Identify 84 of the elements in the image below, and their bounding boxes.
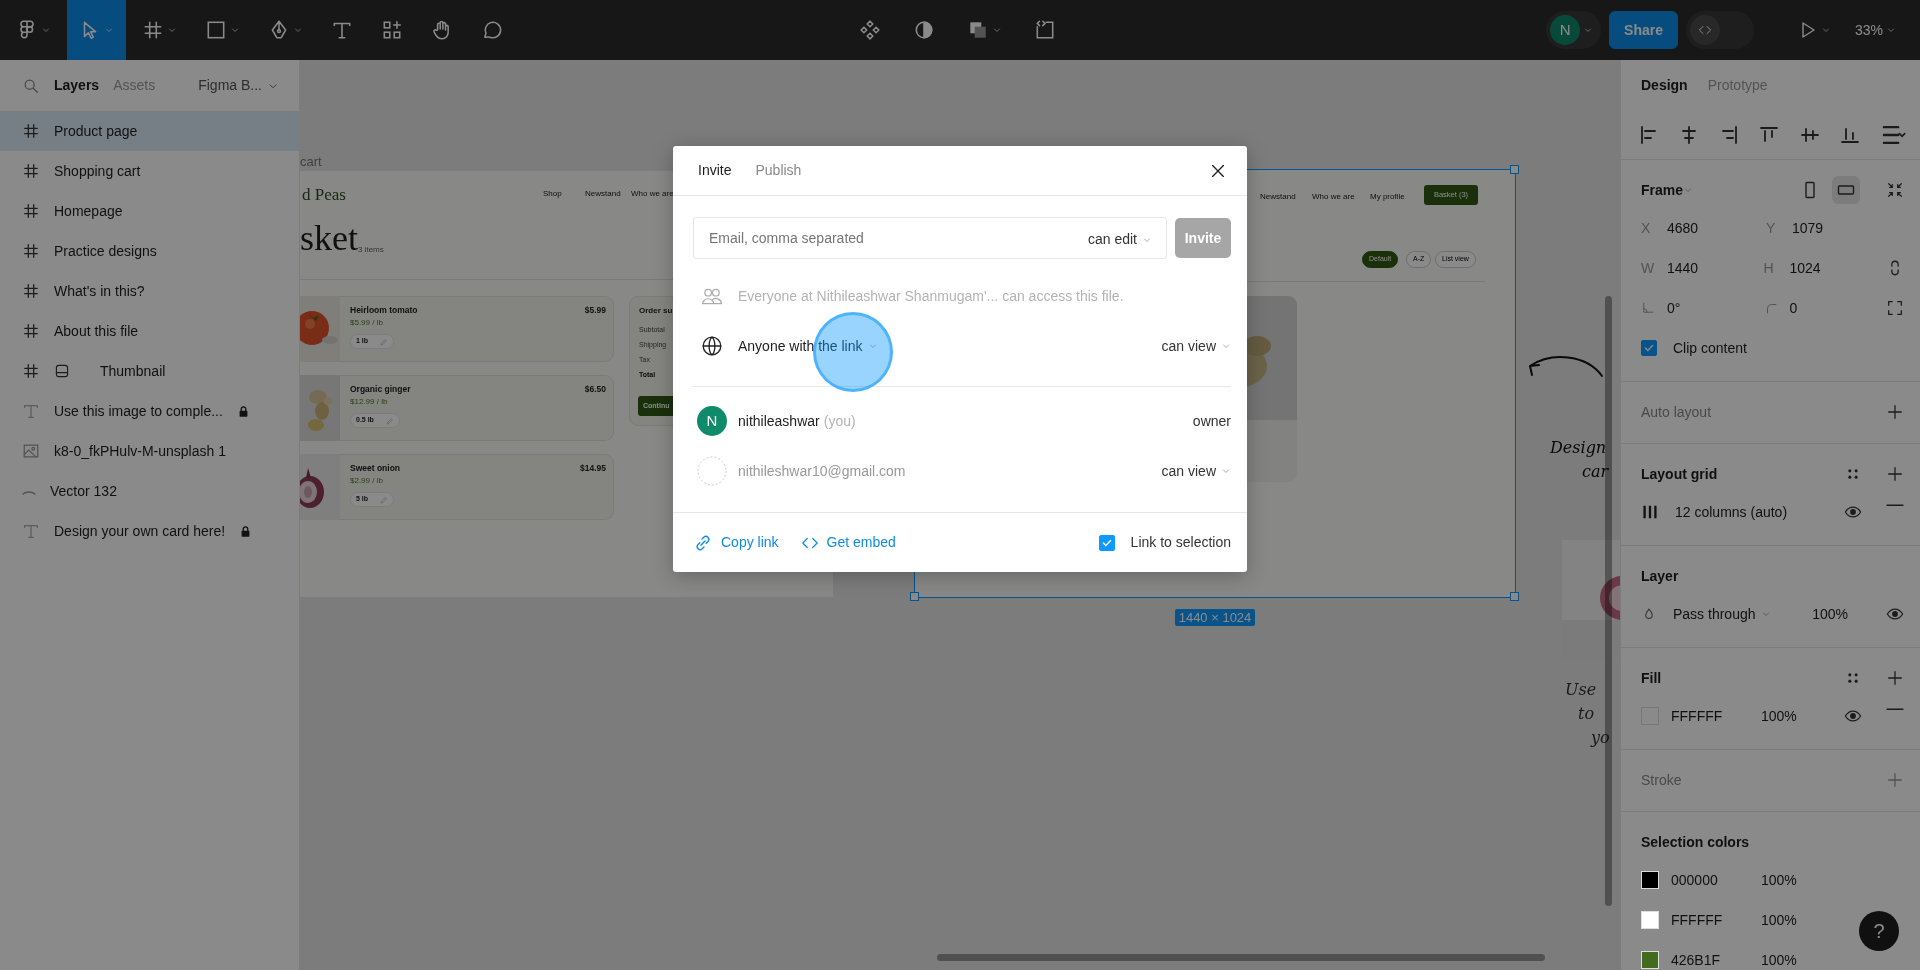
you-label: (you) <box>823 411 856 431</box>
member-name: nithileashwar <box>738 411 820 431</box>
brand-name: d Peas <box>302 184 346 206</box>
handwritten-note: Design <box>1550 437 1607 459</box>
role-dropdown[interactable]: can view <box>1161 335 1231 357</box>
line-price: $5.99 <box>584 304 606 317</box>
number-field[interactable]: 0° <box>1667 297 1757 319</box>
section-title: Fill <box>1641 668 1662 688</box>
avatar-menu[interactable]: N <box>1546 11 1602 49</box>
member-name: nithileshwar10@gmail.com <box>738 461 906 481</box>
layer-item[interactable]: Design your own card here! <box>0 511 299 551</box>
opacity-value: 100% <box>1761 870 1797 890</box>
section-title: Frame <box>1641 180 1684 200</box>
page-menu[interactable]: Figma B... <box>198 75 279 96</box>
hex-value: 426B1F <box>1671 950 1722 970</box>
summary-title: Order su <box>639 305 673 317</box>
layer-item[interactable]: Product page <box>0 111 299 151</box>
access-note: Everyone at Nithileashwar Shanmugam'... can access this file. <box>738 286 1124 306</box>
nav-link[interactable]: My profile <box>1370 191 1405 203</box>
number-field[interactable]: 1440 <box>1667 257 1757 279</box>
item-count: 3 items <box>358 245 384 256</box>
unit-price: $2.99 / lb <box>350 475 383 487</box>
size-label: 1440 × 1024 <box>1174 609 1256 626</box>
layer-item[interactable]: Homepage <box>0 191 299 231</box>
layer-item[interactable]: About this file <box>0 311 299 351</box>
hex-field[interactable]: FFFFFF <box>1671 705 1751 727</box>
opacity-value: 100% <box>1761 950 1797 970</box>
layer-item[interactable]: Practice designs <box>0 231 299 271</box>
handwritten-note: Use <box>1565 679 1597 701</box>
layer-item[interactable]: Shopping cart <box>0 151 299 191</box>
grid-label: 12 columns (auto) <box>1675 502 1788 522</box>
line-price: $6.50 <box>584 383 606 396</box>
number-field[interactable]: 1024 <box>1789 257 1880 279</box>
number-field[interactable]: 1079 <box>1792 217 1882 239</box>
role-dropdown[interactable]: can view <box>1161 460 1231 482</box>
opacity-value: 100% <box>1761 910 1797 930</box>
layer-item[interactable]: What's in this? <box>0 271 299 311</box>
zoom-menu[interactable]: 33% <box>1850 0 1900 60</box>
layer-item[interactable]: Use this image to comple... <box>0 391 299 431</box>
copy-link[interactable]: Copy link <box>693 532 779 553</box>
help-button[interactable]: ? <box>1859 911 1899 951</box>
avatar: N <box>1550 15 1581 45</box>
nav-link[interactable]: Who we are <box>631 188 674 200</box>
link-access-dropdown[interactable]: Anyone with the link <box>738 335 878 357</box>
panel-tab[interactable]: Layers <box>54 75 100 96</box>
nav-link[interactable]: Newstand <box>1260 191 1296 203</box>
layer-item[interactable]: Vector 132 <box>0 471 299 511</box>
opacity-field[interactable]: 100% <box>1761 705 1821 727</box>
section-title: Stroke <box>1641 770 1682 790</box>
hex-value: FFFFFF <box>1671 910 1724 930</box>
checkbox-label: Clip content <box>1673 338 1747 358</box>
dialog-tab[interactable]: Publish <box>755 160 802 181</box>
blend-mode-dropdown[interactable]: Pass through <box>1673 603 1771 625</box>
panel-tab[interactable]: Design <box>1641 74 1688 96</box>
number-field[interactable]: 0 <box>1789 297 1880 319</box>
section-title: Selection colors <box>1641 832 1750 852</box>
section-title: Layout grid <box>1641 464 1718 484</box>
avatar: N <box>697 406 727 436</box>
nav-link[interactable]: Shop <box>543 188 562 200</box>
handwritten-note: to <box>1578 703 1595 725</box>
number-field[interactable]: 4680 <box>1667 217 1757 239</box>
section-title: Layer <box>1641 566 1679 586</box>
get-embed-link[interactable]: Get embed <box>800 532 896 553</box>
nav-link[interactable]: Who we are <box>1312 191 1355 203</box>
unit-price: $5.99 / lb <box>350 317 383 329</box>
product-name: Organic ginger <box>350 383 411 396</box>
handwritten-note: car <box>1582 461 1609 483</box>
frame-label: cart <box>300 153 322 171</box>
dialog-tab[interactable]: Invite <box>698 160 732 181</box>
page-title: sket <box>300 219 358 259</box>
role-label: owner <box>1192 411 1231 431</box>
hex-value: 000000 <box>1671 870 1719 890</box>
checkbox-label: Link to selection <box>1130 533 1231 552</box>
opacity-field[interactable]: 100% <box>1798 603 1848 625</box>
layer-item[interactable]: k8-0_fkPHulv-M-unsplash 1 <box>0 431 299 471</box>
product-name: Sweet onion <box>350 462 401 475</box>
layer-item[interactable]: Thumbnail <box>0 351 299 391</box>
nav-link[interactable]: Newstand <box>585 188 621 200</box>
line-price: $14.95 <box>580 462 606 475</box>
section-title: Auto layout <box>1641 402 1712 422</box>
unit-price: $12.99 / lb <box>350 396 388 408</box>
role-dropdown[interactable]: can edit <box>1087 229 1152 250</box>
handwritten-note: yo <box>1591 727 1610 749</box>
product-name: Heirloom tomato <box>350 304 418 317</box>
